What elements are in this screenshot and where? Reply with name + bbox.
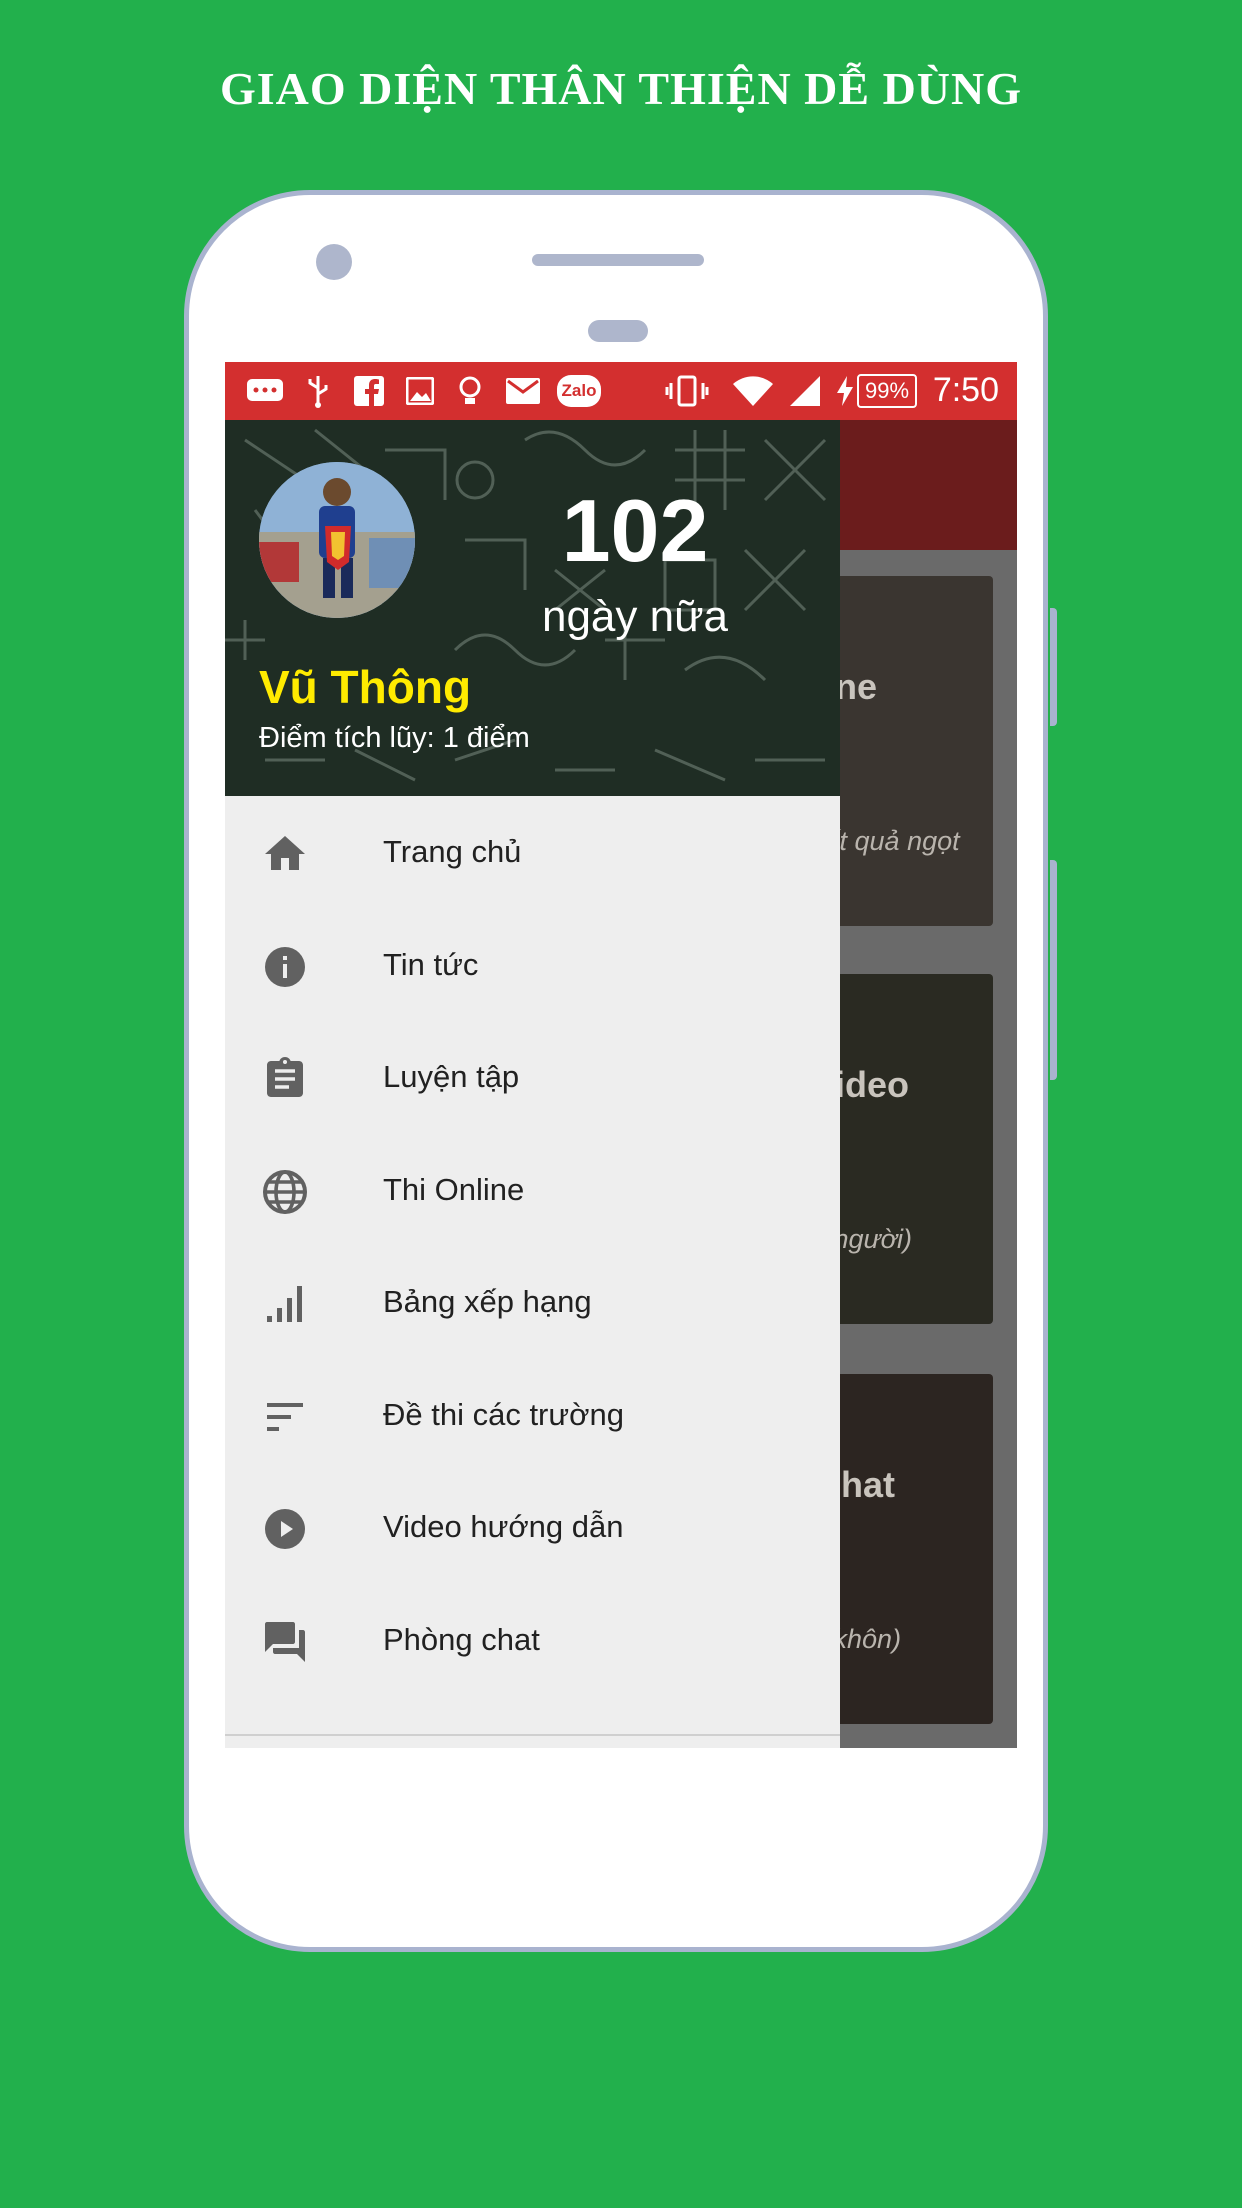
menu-item-bang-xep-hang[interactable]: Bảng xếp hạng <box>225 1246 840 1359</box>
home-icon <box>261 830 309 878</box>
menu-item-video-huong-dan[interactable]: Video hướng dẫn <box>225 1471 840 1584</box>
menu-item-label: Tin tức <box>383 946 479 982</box>
avatar[interactable] <box>259 462 415 618</box>
facebook-icon <box>353 374 385 408</box>
countdown-label: ngày nữa <box>541 592 729 641</box>
bulb-icon <box>455 374 485 408</box>
menu-item-luyen-tap[interactable]: Luyện tập <box>225 1021 840 1134</box>
usb-icon <box>303 374 333 408</box>
zalo-label: Zalo <box>556 375 602 407</box>
zalo-icon: Zalo <box>556 374 602 408</box>
drawer-menu: Trang chủ Tin tức Luyện tập Thi Online B… <box>225 796 840 1696</box>
image-icon <box>405 374 435 408</box>
drawer-divider <box>225 1734 840 1736</box>
user-points: Điểm tích lũy: 1 điểm <box>259 722 530 754</box>
menu-item-label: Video hướng dẫn <box>383 1509 624 1544</box>
mail-icon <box>505 374 541 408</box>
phone-screen: Zalo 99% 7:50 line kết quả ngọt video n … <box>225 362 1017 1748</box>
phone-sensor <box>588 320 648 342</box>
info-icon <box>261 943 309 991</box>
navigation-drawer: 102 ngày nữa Vũ Thông Điểm tích lũy: 1 đ… <box>225 420 840 1748</box>
menu-item-label: Đề thi các trường <box>383 1396 624 1432</box>
menu-item-label: Trang chủ <box>383 834 522 869</box>
menu-item-label: Thi Online <box>383 1171 525 1207</box>
chat-bubble-icon <box>245 374 285 408</box>
menu-item-label: Luyện tập <box>383 1059 520 1094</box>
menu-item-phong-chat[interactable]: Phòng chat <box>225 1584 840 1697</box>
vibrate-icon <box>665 374 709 408</box>
status-time: 7:50 <box>932 371 999 409</box>
clipboard-icon <box>261 1055 309 1103</box>
forum-icon <box>261 1618 309 1666</box>
battery-indicator: 99% <box>857 374 918 408</box>
menu-item-de-thi-cac-truong[interactable]: Đề thi các trường <box>225 1359 840 1472</box>
menu-item-trang-chu[interactable]: Trang chủ <box>225 796 840 909</box>
sort-lines-icon <box>261 1393 309 1441</box>
phone-speaker <box>532 254 704 266</box>
drawer-header: 102 ngày nữa Vũ Thông Điểm tích lũy: 1 đ… <box>225 420 840 796</box>
menu-item-tin-tuc[interactable]: Tin tức <box>225 909 840 1022</box>
user-name: Vũ Thông <box>259 661 472 713</box>
globe-icon <box>261 1168 309 1216</box>
phone-volume-button <box>1050 608 1057 726</box>
charging-icon <box>835 374 855 408</box>
status-bar: Zalo 99% 7:50 <box>225 362 1017 420</box>
signal-bars-icon <box>261 1280 309 1328</box>
wifi-icon <box>731 374 775 408</box>
play-circle-icon <box>261 1505 309 1553</box>
phone-power-button <box>1050 860 1057 1080</box>
menu-item-label: Bảng xếp hạng <box>383 1284 592 1319</box>
page-headline: GIAO DIỆN THÂN THIỆN DỄ DÙNG <box>219 63 1023 114</box>
countdown-number: 102 <box>561 481 709 580</box>
signal-icon <box>787 374 823 408</box>
menu-item-thi-online[interactable]: Thi Online <box>225 1134 840 1247</box>
menu-item-label: Phòng chat <box>383 1621 540 1657</box>
phone-camera <box>316 244 352 280</box>
